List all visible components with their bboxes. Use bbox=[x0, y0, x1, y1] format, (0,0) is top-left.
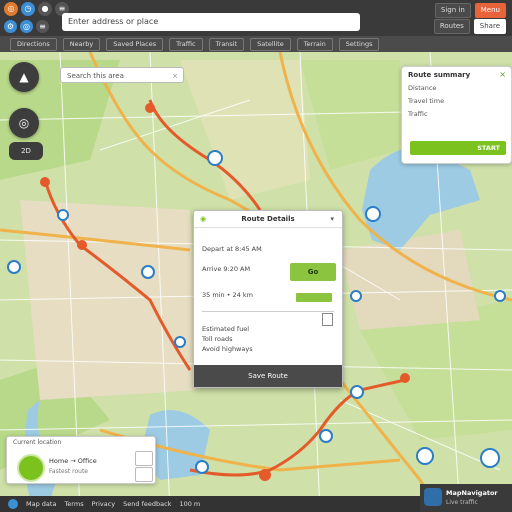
poi-marker[interactable] bbox=[365, 206, 381, 222]
compass-icon[interactable]: ◎ bbox=[4, 2, 18, 16]
route-waypoint[interactable] bbox=[145, 103, 155, 113]
top-toolbar: ◎ ◷ ● ≡ ⚙ ◎ ≡ Enter address or place Sig… bbox=[0, 0, 512, 36]
route-waypoint[interactable] bbox=[259, 469, 271, 481]
chat-icon: ◉ bbox=[200, 215, 207, 223]
poi-marker[interactable] bbox=[350, 385, 364, 399]
nav-bar: Directions Nearby Saved Places Traffic T… bbox=[0, 36, 512, 52]
navigation-icon: ▲ bbox=[19, 70, 29, 84]
toolbar-row2-icons: ⚙ ◎ ≡ bbox=[4, 20, 49, 33]
nav-item-nearby[interactable]: Nearby bbox=[62, 37, 101, 51]
status-item[interactable]: Terms bbox=[64, 500, 83, 508]
document-icon[interactable] bbox=[322, 313, 333, 326]
route-waypoint[interactable] bbox=[400, 373, 410, 383]
poi-marker[interactable] bbox=[416, 447, 434, 465]
poi-marker[interactable] bbox=[195, 460, 209, 474]
location-dot-icon bbox=[17, 454, 45, 482]
status-item[interactable]: Map data bbox=[26, 500, 56, 508]
signin-button[interactable]: Sign in bbox=[434, 3, 471, 18]
poi-marker[interactable] bbox=[480, 448, 500, 468]
poi-marker[interactable] bbox=[319, 429, 333, 443]
nav-item-settings[interactable]: Settings bbox=[338, 37, 380, 51]
save-route-button[interactable]: Save Route bbox=[194, 365, 342, 387]
poi-marker[interactable] bbox=[7, 260, 21, 274]
poi-marker[interactable] bbox=[350, 290, 362, 302]
poi-marker[interactable] bbox=[57, 209, 69, 221]
poi-marker[interactable] bbox=[494, 290, 506, 302]
recenter-button[interactable]: ◎ bbox=[9, 108, 39, 138]
map-search-pill[interactable]: Search this area × bbox=[60, 67, 184, 83]
nav-item-directions[interactable]: Directions bbox=[10, 37, 57, 51]
start-button[interactable]: START bbox=[410, 141, 506, 155]
toll-row: Toll roads bbox=[202, 335, 233, 343]
distance-row: 35 min • 24 km bbox=[202, 291, 253, 299]
current-route-card: Current location Home → Office Fastest r… bbox=[6, 436, 156, 484]
gear-icon[interactable]: ⚙ bbox=[4, 20, 17, 33]
card-line: Traffic bbox=[408, 110, 428, 118]
brand-icons: ◎ ◷ ● ≡ bbox=[4, 2, 69, 16]
toolbar-right-buttons-2: Routes Share bbox=[433, 19, 506, 34]
depart-row: Depart at 8:45 AM bbox=[202, 245, 262, 253]
route-waypoint[interactable] bbox=[40, 177, 50, 187]
app-name: MapNavigator bbox=[446, 489, 498, 497]
search-input[interactable]: Enter address or place bbox=[62, 13, 360, 31]
nav-item-saved[interactable]: Saved Places bbox=[106, 37, 164, 51]
card-line: Travel time bbox=[408, 97, 445, 105]
nav-item-transit[interactable]: Transit bbox=[208, 37, 245, 51]
arrive-row: Arrive 9:20 AM bbox=[202, 265, 251, 273]
popup-header: ◉ Route Details ▾ bbox=[194, 211, 342, 228]
app-sub: Live traffic bbox=[446, 499, 478, 506]
locate-button[interactable]: ▲ bbox=[9, 62, 39, 92]
menu-button[interactable]: Menu bbox=[474, 3, 506, 18]
route-details-popup: ◉ Route Details ▾ Depart at 8:45 AM Arri… bbox=[193, 210, 343, 388]
app-logo-icon bbox=[424, 488, 442, 506]
card-title: Route summary bbox=[408, 71, 471, 79]
poi-marker[interactable] bbox=[207, 150, 223, 166]
card-line: Distance bbox=[408, 84, 437, 92]
status-item[interactable]: Send feedback bbox=[123, 500, 171, 508]
map-search-label: Search this area bbox=[67, 72, 124, 80]
app-badge: MapNavigator Live traffic bbox=[420, 484, 512, 512]
target-icon: ◎ bbox=[18, 116, 30, 130]
urban-area bbox=[20, 200, 200, 400]
fuel-row: Estimated fuel bbox=[202, 325, 250, 333]
view-toggle-button[interactable]: 2D bbox=[9, 142, 43, 160]
share-icon[interactable] bbox=[135, 467, 153, 482]
go-button[interactable]: Go bbox=[290, 263, 336, 281]
scale-label: 100 m bbox=[179, 500, 201, 508]
close-icon[interactable]: × bbox=[499, 70, 506, 79]
poi-marker[interactable] bbox=[174, 336, 186, 348]
routes-button[interactable]: Routes bbox=[433, 19, 470, 34]
nav-item-traffic[interactable]: Traffic bbox=[169, 37, 203, 51]
chevron-down-icon[interactable]: ▾ bbox=[330, 211, 334, 227]
route-summary-card: Route summary × Distance Travel time Tra… bbox=[401, 66, 512, 164]
popup-title: Route Details bbox=[241, 215, 295, 223]
route-card-label: Home → Office bbox=[49, 457, 97, 465]
divider bbox=[202, 311, 334, 312]
route-card-sub: Fastest route bbox=[49, 468, 88, 475]
target-icon[interactable]: ◎ bbox=[20, 20, 33, 33]
status-item[interactable]: Privacy bbox=[92, 500, 116, 508]
clock-icon[interactable]: ◷ bbox=[21, 2, 35, 16]
route-waypoint[interactable] bbox=[77, 240, 87, 250]
avoid-row: Avoid highways bbox=[202, 345, 253, 353]
toolbar-right-buttons: Sign in Menu bbox=[434, 3, 506, 18]
nav-item-terrain[interactable]: Terrain bbox=[296, 37, 333, 51]
menu-icon[interactable]: ≡ bbox=[36, 20, 49, 33]
close-icon[interactable]: × bbox=[172, 68, 178, 84]
fuel-indicator bbox=[296, 293, 332, 302]
nav-item-satellite[interactable]: Satellite bbox=[250, 37, 291, 51]
pin-icon[interactable]: ● bbox=[38, 2, 52, 16]
share-button[interactable]: Share bbox=[473, 19, 506, 34]
info-icon[interactable] bbox=[8, 499, 18, 509]
expand-icon[interactable] bbox=[135, 451, 153, 466]
poi-marker[interactable] bbox=[141, 265, 155, 279]
route-card-head: Current location bbox=[13, 439, 62, 446]
